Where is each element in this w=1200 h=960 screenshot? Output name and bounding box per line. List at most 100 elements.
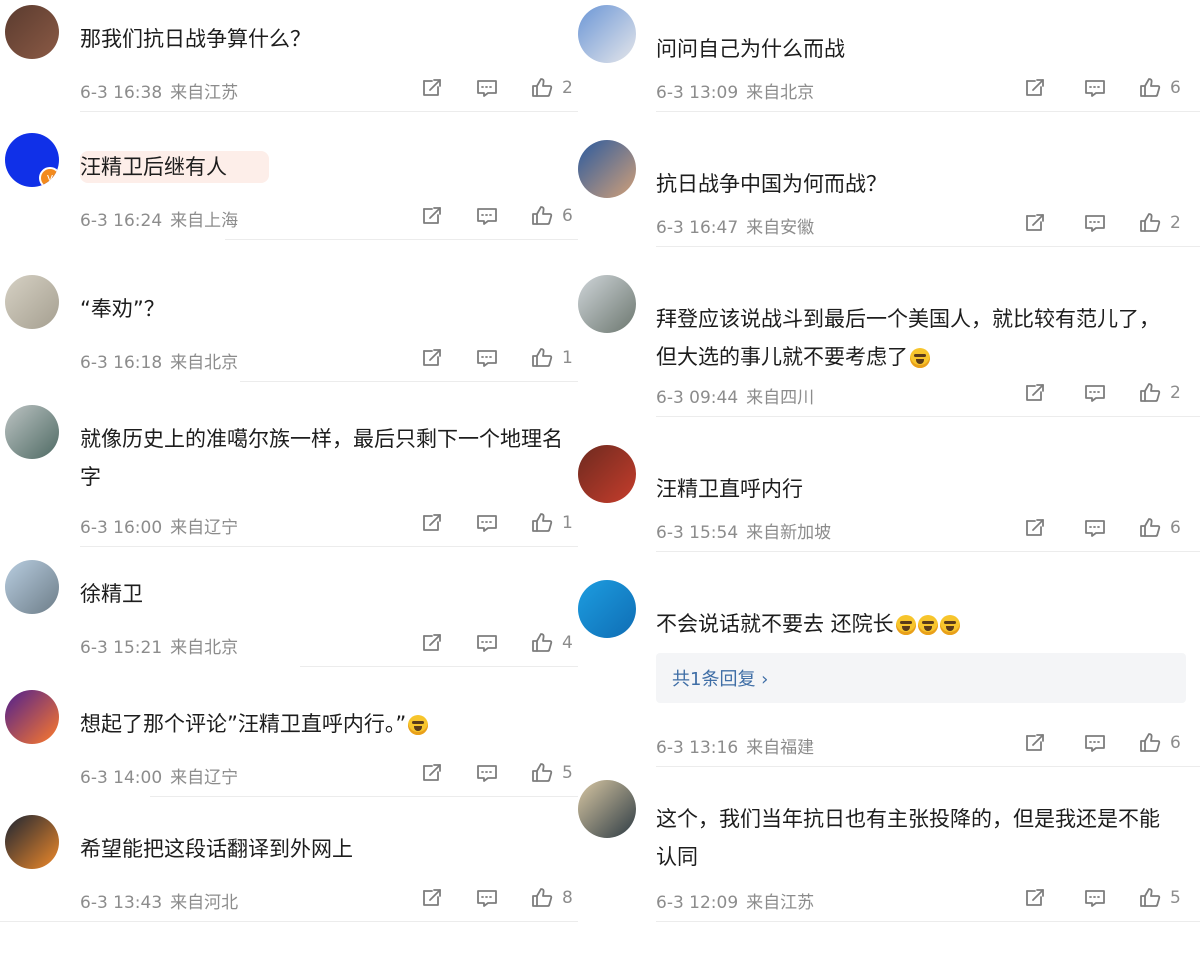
like-count: 2 [1170, 213, 1181, 233]
comment-button[interactable] [1083, 76, 1107, 100]
comment-location: 来自江苏 [170, 83, 239, 103]
comment-meta: 6-3 16:38 来自江苏 [80, 78, 238, 103]
comment-icon [1085, 80, 1105, 97]
comment-button[interactable] [475, 886, 499, 910]
like-button[interactable]: 2 [1138, 211, 1181, 235]
comment-button[interactable] [475, 346, 499, 370]
like-count: 2 [562, 78, 573, 98]
comment-button[interactable] [475, 511, 499, 535]
share-button[interactable] [1023, 76, 1047, 100]
share-button[interactable] [420, 76, 444, 100]
like-button[interactable]: 2 [530, 76, 573, 100]
like-count: 4 [562, 633, 573, 653]
user-avatar[interactable] [578, 275, 636, 333]
share-button[interactable] [420, 511, 444, 535]
share-button[interactable] [420, 761, 444, 785]
comment-meta: 6-3 15:21 来自北京 [80, 633, 238, 658]
user-avatar[interactable] [578, 580, 636, 638]
like-button[interactable]: 5 [530, 761, 573, 785]
comment-meta: 6-3 12:09 来自江苏 [656, 888, 814, 913]
comment-text: 不会说话就不要去 还院长 [656, 605, 1166, 643]
share-button[interactable] [420, 631, 444, 655]
like-icon [532, 513, 553, 532]
share-icon [423, 764, 441, 781]
comment-date: 6-3 13:16 [656, 738, 739, 758]
comment-location: 来自江苏 [746, 893, 815, 913]
comment-icon [477, 635, 497, 652]
like-button[interactable]: 6 [530, 204, 573, 228]
comment-button[interactable] [475, 761, 499, 785]
like-icon [1140, 733, 1161, 752]
user-avatar[interactable] [578, 780, 636, 838]
user-avatar[interactable]: v [5, 133, 59, 187]
user-avatar[interactable] [5, 815, 59, 869]
comment-text-content: 问问自己为什么而战 [656, 37, 845, 61]
row-divider [80, 546, 578, 547]
comment-button[interactable] [1083, 516, 1107, 540]
reply-link[interactable]: 共1条回复 › [656, 653, 1186, 703]
comment-meta: 6-3 16:47 来自安徽 [656, 213, 814, 238]
like-count: 5 [1170, 888, 1181, 908]
like-button[interactable]: 1 [530, 511, 573, 535]
row-divider [300, 666, 578, 667]
share-icon [1026, 889, 1044, 906]
user-avatar[interactable] [5, 275, 59, 329]
share-button[interactable] [1023, 731, 1047, 755]
share-button[interactable] [1023, 211, 1047, 235]
like-button[interactable]: 2 [1138, 381, 1181, 405]
comment-date: 6-3 12:09 [656, 893, 739, 913]
user-avatar[interactable] [578, 140, 636, 198]
like-icon [532, 763, 553, 782]
user-avatar[interactable] [5, 690, 59, 744]
comment-text-content: 想起了那个评论”汪精卫直呼内行。” [80, 712, 407, 736]
comment-icon [1085, 385, 1105, 402]
comment-location: 来自新加坡 [746, 523, 832, 543]
comment-button[interactable] [475, 76, 499, 100]
share-icon [1026, 79, 1044, 96]
like-button[interactable]: 4 [530, 631, 573, 655]
like-count: 5 [562, 763, 573, 783]
comment-button[interactable] [475, 631, 499, 655]
comment-button[interactable] [1083, 886, 1107, 910]
share-button[interactable] [1023, 516, 1047, 540]
share-icon [1026, 384, 1044, 401]
like-button[interactable]: 6 [1138, 76, 1181, 100]
share-button[interactable] [420, 204, 444, 228]
like-button[interactable]: 6 [1138, 516, 1181, 540]
user-avatar[interactable] [5, 5, 59, 59]
reply-link-label: 共1条回复 › [672, 669, 769, 690]
user-avatar[interactable] [5, 560, 59, 614]
comment-meta: 6-3 16:00 来自辽宁 [80, 513, 238, 538]
comment-button[interactable] [1083, 211, 1107, 235]
comment-date: 6-3 09:44 [656, 388, 739, 408]
share-button[interactable] [420, 346, 444, 370]
user-avatar[interactable] [578, 5, 636, 63]
comment-icon [477, 80, 497, 97]
like-icon [532, 78, 553, 97]
user-avatar[interactable] [5, 405, 59, 459]
like-button[interactable]: 6 [1138, 731, 1181, 755]
share-button[interactable] [1023, 886, 1047, 910]
comment-date: 6-3 13:09 [656, 83, 739, 103]
share-button[interactable] [420, 886, 444, 910]
comment-button[interactable] [1083, 381, 1107, 405]
laugh-cry-emoji-icon [939, 615, 960, 635]
share-icon [423, 889, 441, 906]
share-icon [423, 207, 441, 224]
comment-row: 希望能把这段话翻译到外网上 6-3 13:43 来自河北 8 [0, 810, 600, 960]
like-button[interactable]: 1 [530, 346, 573, 370]
row-divider [656, 416, 1200, 417]
comment-icon [1085, 735, 1105, 752]
comment-row: 汪精卫直呼内行 6-3 15:54 来自新加坡 6 [578, 440, 1200, 590]
like-button[interactable]: 8 [530, 886, 573, 910]
user-avatar[interactable] [578, 445, 636, 503]
comment-button[interactable] [1083, 731, 1107, 755]
comment-meta: 6-3 09:44 来自四川 [656, 383, 814, 408]
comment-location: 来自辽宁 [170, 768, 239, 788]
comment-button[interactable] [475, 204, 499, 228]
like-button[interactable]: 5 [1138, 886, 1181, 910]
comment-location: 来自北京 [170, 353, 239, 373]
comment-meta: 6-3 16:18 来自北京 [80, 348, 238, 373]
like-count: 1 [562, 513, 573, 533]
share-button[interactable] [1023, 381, 1047, 405]
